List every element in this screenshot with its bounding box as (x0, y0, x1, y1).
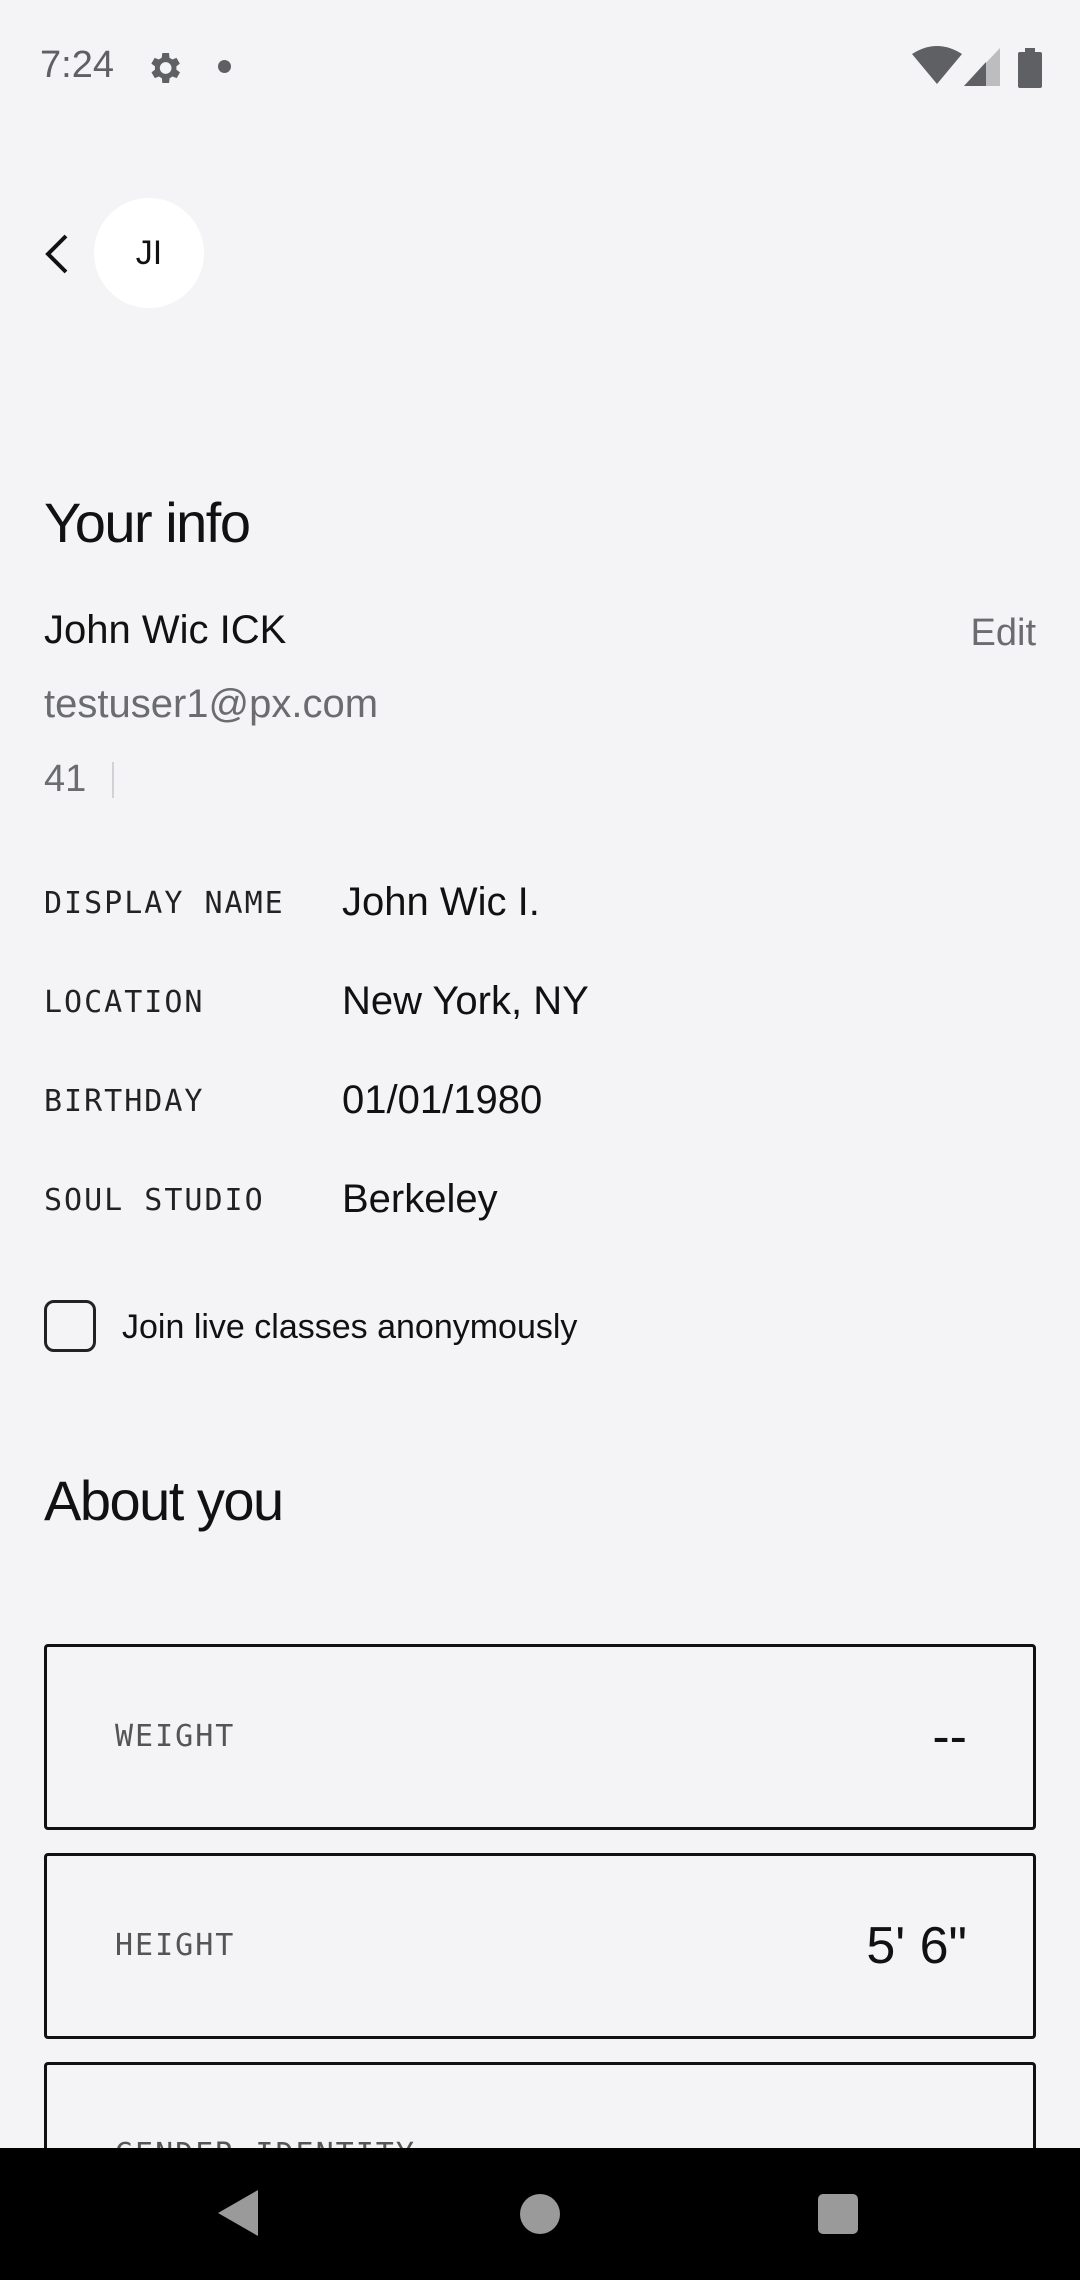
weight-field[interactable]: WEIGHT -- (44, 1644, 1036, 1830)
notification-dot-icon (218, 60, 231, 73)
weight-value: -- (932, 1708, 967, 1766)
status-time: 7:24 (40, 44, 114, 86)
weight-label: WEIGHT (115, 1719, 236, 1754)
soul-studio-label: SOUL STUDIO (44, 1183, 265, 1218)
birthday-value: 01/01/1980 (342, 1078, 543, 1122)
about-you-title: About you (44, 1469, 284, 1532)
back-arrow-icon[interactable] (38, 232, 78, 276)
edit-button[interactable]: Edit (971, 612, 1036, 655)
soul-studio-value: Berkeley (342, 1177, 498, 1221)
signal-icon (964, 48, 1000, 86)
height-label: HEIGHT (115, 1928, 236, 1963)
nav-recents-icon[interactable] (818, 2194, 858, 2234)
birthday-label: BIRTHDAY (44, 1084, 205, 1119)
height-field[interactable]: HEIGHT 5' 6" (44, 1853, 1036, 2039)
location-value: New York, NY (342, 979, 589, 1023)
display-name-value: John Wic I. (342, 880, 540, 924)
user-age: 41 (44, 758, 87, 800)
status-bar: 7:24 (0, 0, 1080, 130)
avatar[interactable]: JI (94, 198, 204, 308)
battery-icon (1018, 48, 1042, 88)
anonymous-checkbox[interactable] (44, 1300, 96, 1352)
display-name-label: DISPLAY NAME (44, 886, 285, 921)
height-value: 5' 6" (866, 1917, 967, 1975)
anonymous-checkbox-label[interactable]: Join live classes anonymously (122, 1308, 577, 1347)
settings-gear-icon (151, 53, 180, 83)
user-email: testuser1@px.com (44, 682, 379, 726)
your-info-title: Your info (44, 491, 251, 554)
age-divider (112, 762, 114, 798)
avatar-initials: JI (135, 233, 163, 272)
wifi-icon (912, 46, 962, 84)
nav-home-icon[interactable] (520, 2194, 560, 2234)
user-name: John Wic ICK (44, 608, 287, 652)
location-label: LOCATION (44, 985, 205, 1020)
nav-back-icon[interactable] (216, 2188, 260, 2238)
system-nav-bar (0, 2148, 1080, 2280)
